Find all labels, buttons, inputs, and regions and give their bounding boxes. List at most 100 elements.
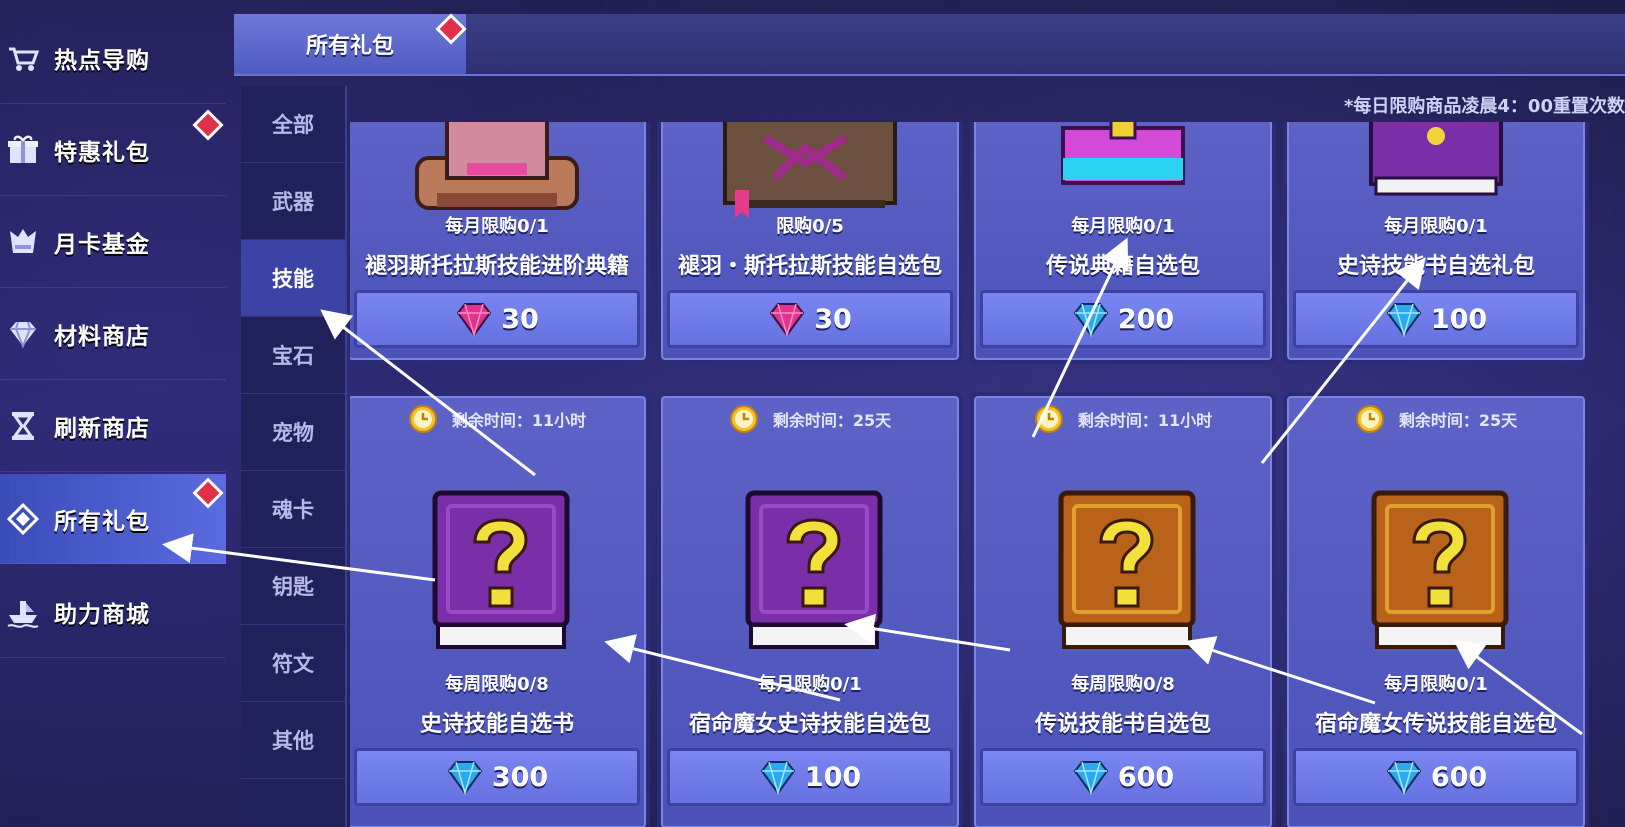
sidebar-item-special-gift[interactable]: 特惠礼包	[0, 104, 226, 196]
price-value: 100	[804, 761, 862, 793]
subcat-weapon[interactable]: 武器	[241, 163, 345, 240]
purchase-limit: 限购0/5	[776, 216, 844, 237]
sidebar-item-label: 助力商城	[54, 601, 150, 628]
countdown-text: 剩余时间：25天	[772, 411, 892, 430]
blue-gem-icon	[447, 761, 483, 795]
diamond-icon	[4, 500, 42, 538]
product-grid: 每月限购0/1 褪羽斯托拉斯技能进阶典籍 30 限购0/5 褪羽・斯托拉斯技能自…	[350, 122, 1625, 827]
notification-badge	[192, 477, 224, 509]
countdown: 剩余时间：11小时	[350, 404, 646, 434]
subcat-key[interactable]: 钥匙	[241, 548, 345, 625]
price-button[interactable]: 30	[354, 290, 640, 348]
top-tab-bar: 所有礼包	[234, 13, 1625, 76]
price-value: 600	[1117, 761, 1175, 793]
price-button[interactable]: 300	[354, 748, 640, 806]
sidebar-item-hot-guide[interactable]: 热点导购	[0, 12, 226, 104]
countdown-text: 剩余时间：11小时	[1077, 411, 1213, 430]
sidebar-item-support-mall[interactable]: 助力商城	[0, 566, 226, 658]
sidebar-item-all-packs[interactable]: 所有礼包	[0, 474, 226, 564]
purchase-limit: 每月限购0/1	[1384, 674, 1488, 695]
sidebar-item-material-shop[interactable]: 材料商店	[0, 288, 226, 380]
product-card[interactable]: 剩余时间：25天 每月限购0/1 宿命魔女史诗技能自选包 100	[657, 392, 963, 827]
price-value: 30	[501, 303, 539, 335]
sidebar-item-monthly-fund[interactable]: 月卡基金	[0, 196, 226, 288]
blue-gem-icon	[1073, 761, 1109, 795]
blue-gem-icon	[760, 761, 796, 795]
product-card[interactable]: 每月限购0/1 褪羽斯托拉斯技能进阶典籍 30	[350, 122, 650, 364]
price-value: 300	[491, 761, 549, 793]
blue-gem-icon	[1386, 761, 1422, 795]
sidebar-item-label: 刷新商店	[54, 415, 150, 442]
ship-icon	[4, 593, 42, 631]
price-button[interactable]: 600	[980, 748, 1266, 806]
price-value: 30	[814, 303, 852, 335]
purchase-limit: 每月限购0/1	[445, 216, 549, 237]
product-card[interactable]: 每月限购0/1 史诗技能书自选礼包 100	[1283, 122, 1589, 364]
subcat-gem[interactable]: 宝石	[241, 317, 345, 394]
sidebar-item-label: 热点导购	[54, 47, 150, 74]
product-card[interactable]: 剩余时间：11小时 每周限购0/8 史诗技能自选书 300	[350, 392, 650, 827]
sidebar-item-label: 月卡基金	[54, 231, 150, 258]
product-name: 宿命魔女史诗技能自选包	[688, 712, 931, 737]
product-card[interactable]: 限购0/5 褪羽・斯托拉斯技能自选包 30	[657, 122, 963, 364]
subcat-rune[interactable]: 符文	[241, 625, 345, 702]
tome-artwork	[723, 122, 897, 218]
purple-book-artwork	[1369, 122, 1503, 196]
clock-icon	[1034, 405, 1063, 433]
blue-gem-icon	[1073, 303, 1109, 337]
gift-icon	[4, 131, 42, 169]
product-card[interactable]: 剩余时间：25天 每月限购0/1 宿命魔女传说技能自选包 600	[1283, 392, 1589, 827]
clock-icon	[408, 405, 437, 433]
pink-gem-icon	[769, 303, 805, 337]
subcat-skill[interactable]: 技能	[241, 240, 345, 317]
product-name: 传说技能书自选包	[1034, 712, 1211, 737]
subcat-pet[interactable]: 宠物	[241, 394, 345, 471]
purchase-limit: 每月限购0/1	[758, 674, 862, 695]
subcat-all[interactable]: 全部	[241, 86, 345, 163]
subcategory-list: 全部 武器 技能 宝石 宠物 魂卡 钥匙 符文 其他	[241, 86, 347, 827]
price-value: 100	[1430, 303, 1488, 335]
reset-notice: *每日限购商品凌晨4：00重置次数	[1344, 96, 1625, 117]
price-button[interactable]: 200	[980, 290, 1266, 348]
product-card[interactable]: 每月限购0/1 传说典籍自选包 200	[970, 122, 1276, 364]
subcat-other[interactable]: 其他	[241, 702, 345, 779]
price-button[interactable]: 100	[1293, 290, 1579, 348]
cart-icon	[4, 39, 42, 77]
countdown: 剩余时间：25天	[1287, 404, 1585, 434]
sidebar-item-label: 所有礼包	[54, 508, 150, 535]
clock-icon	[1355, 405, 1384, 433]
product-card[interactable]: 剩余时间：11小时 每周限购0/8 传说技能书自选包 600	[970, 392, 1276, 827]
sidebar-item-label: 材料商店	[54, 323, 150, 350]
countdown-text: 剩余时间：25天	[1398, 411, 1518, 430]
product-name: 史诗技能书自选礼包	[1336, 254, 1535, 279]
main-sidebar: 热点导购 特惠礼包 月卡基金 材料商店 刷新商店 所有礼包 助力商城	[0, 0, 228, 827]
blue-gem-icon	[1386, 303, 1422, 337]
gold-skill-book-icon	[1058, 490, 1196, 649]
purchase-limit: 每周限购0/8	[445, 674, 549, 695]
statue-artwork	[415, 122, 579, 210]
tab-all-packs[interactable]: 所有礼包	[234, 14, 466, 74]
hourglass-icon	[4, 407, 42, 445]
product-name: 宿命魔女传说技能自选包	[1314, 712, 1557, 737]
price-button[interactable]: 100	[667, 748, 953, 806]
pink-gem-icon	[456, 303, 492, 337]
price-button[interactable]: 600	[1293, 748, 1579, 806]
sidebar-item-refresh-shop[interactable]: 刷新商店	[0, 380, 226, 472]
notification-badge	[192, 109, 224, 141]
clock-icon	[729, 405, 758, 433]
price-value: 600	[1430, 761, 1488, 793]
gold-skill-book-icon	[1371, 490, 1509, 649]
product-name: 史诗技能自选书	[419, 712, 574, 737]
product-name: 传说典籍自选包	[1045, 254, 1200, 279]
countdown: 剩余时间：11小时	[974, 404, 1272, 434]
purple-skill-book-icon	[745, 490, 883, 649]
chest-artwork	[1061, 122, 1185, 185]
sidebar-item-label: 特惠礼包	[54, 139, 150, 166]
price-button[interactable]: 30	[667, 290, 953, 348]
product-name: 褪羽・斯托拉斯技能自选包	[677, 254, 942, 279]
subcat-soul-card[interactable]: 魂卡	[241, 471, 345, 548]
gem-icon	[4, 315, 42, 353]
product-name: 褪羽斯托拉斯技能进阶典籍	[364, 254, 629, 279]
purchase-limit: 每月限购0/1	[1071, 216, 1175, 237]
price-value: 200	[1117, 303, 1175, 335]
